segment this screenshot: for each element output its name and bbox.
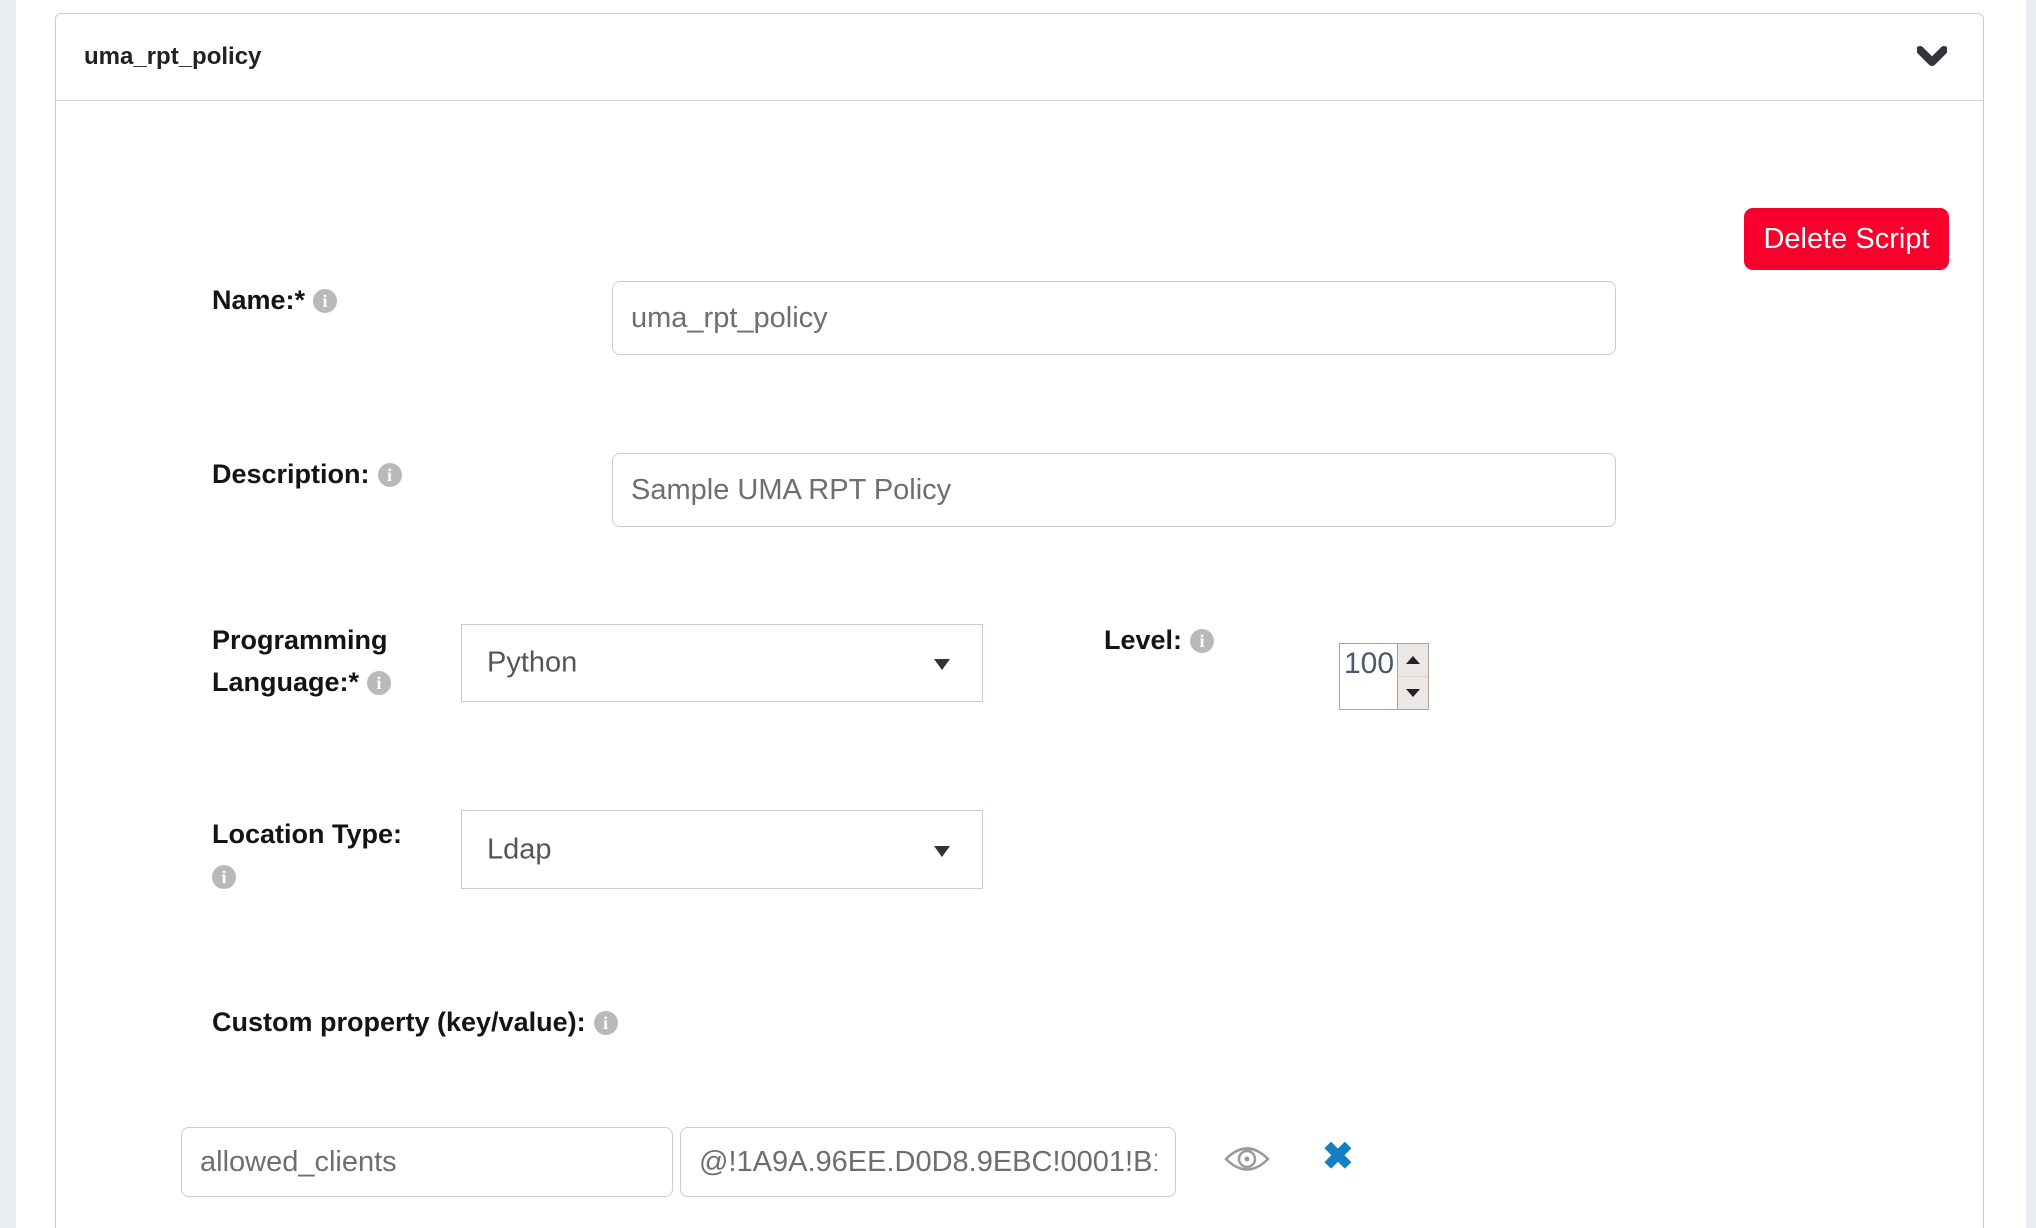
property-key-input[interactable] [181, 1127, 673, 1197]
panel-header: uma_rpt_policy [56, 14, 1983, 101]
programming-language-selected: Python [487, 647, 577, 680]
triangle-down-icon [1406, 689, 1420, 697]
info-icon[interactable]: i [594, 1011, 618, 1035]
select-caret-icon [934, 659, 950, 670]
info-icon[interactable]: i [212, 865, 236, 889]
chevron-down-glyph [1917, 46, 1947, 68]
description-label: Description: i [212, 453, 402, 495]
panel-body: Delete Script Name:* i Description: i Prog… [56, 101, 1983, 1228]
custom-property-label-text: Custom property (key/value): [212, 1007, 586, 1037]
eye-icon[interactable] [1223, 1143, 1271, 1180]
name-label: Name:* i [212, 279, 337, 321]
name-input[interactable] [612, 281, 1616, 355]
level-number-input[interactable]: 100 [1339, 643, 1429, 710]
programming-language-label-line2: Language:* [212, 667, 359, 697]
spinner-up-button[interactable] [1398, 644, 1428, 677]
programming-language-select[interactable]: Python [461, 624, 983, 702]
location-type-selected: Ldap [487, 833, 552, 866]
triangle-up-icon [1406, 656, 1420, 664]
spinner-down-button[interactable] [1398, 677, 1428, 709]
location-type-label: Location Type: i [212, 813, 402, 897]
panel-title: uma_rpt_policy [84, 43, 261, 71]
name-label-text: Name:* [212, 285, 305, 315]
select-caret-icon [934, 846, 950, 857]
info-icon[interactable]: i [378, 463, 402, 487]
description-input[interactable] [612, 453, 1616, 527]
property-value-input[interactable] [680, 1127, 1176, 1197]
delete-script-button[interactable]: Delete Script [1744, 208, 1949, 270]
remove-property-icon[interactable]: ✖ [1322, 1137, 1354, 1177]
page-right-gutter [2026, 0, 2036, 1228]
location-type-select[interactable]: Ldap [461, 810, 983, 889]
info-icon[interactable]: i [367, 671, 391, 695]
programming-language-label: Programming Language:* i [212, 619, 391, 703]
level-value[interactable]: 100 [1340, 644, 1397, 709]
custom-property-label: Custom property (key/value): i [212, 1001, 618, 1043]
info-icon[interactable]: i [313, 289, 337, 313]
description-label-text: Description: [212, 459, 370, 489]
level-label-text: Level: [1104, 625, 1182, 655]
page-left-gutter [0, 0, 16, 1228]
location-type-label-text: Location Type: [212, 819, 402, 849]
info-icon[interactable]: i [1190, 629, 1214, 653]
chevron-down-icon[interactable] [1915, 44, 1949, 70]
script-panel: uma_rpt_policy Delete Script Name:* i Des… [55, 13, 1984, 1228]
level-label: Level: i [1104, 619, 1214, 661]
programming-language-label-line1: Programming [212, 625, 388, 655]
level-spinner [1397, 644, 1428, 709]
